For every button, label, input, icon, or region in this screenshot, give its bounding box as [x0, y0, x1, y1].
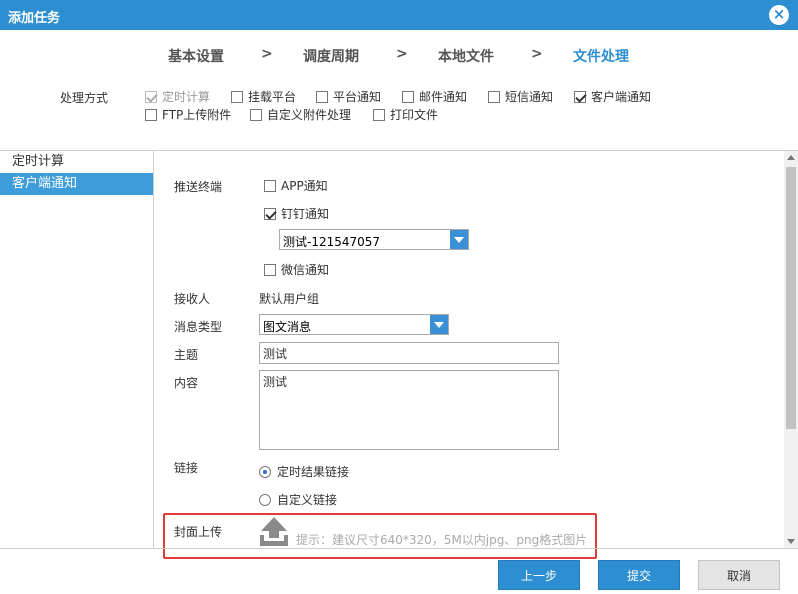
link-option-timed-result[interactable]: 定时结果链接 [259, 463, 349, 480]
message-type-select[interactable]: 图文消息 [259, 314, 449, 335]
checkbox-label: 定时计算 [162, 90, 211, 104]
checkbox[interactable] [574, 90, 586, 103]
dingtalk-notify-checkbox[interactable]: 钉钉通知 [264, 205, 329, 222]
step-schedule[interactable]: 调度周期 [303, 46, 359, 66]
checkbox[interactable] [488, 90, 500, 103]
submit-button[interactable]: 提交 [598, 560, 680, 590]
checkbox[interactable] [145, 108, 157, 121]
sidebar-item-client-notify[interactable]: 客户端通知 [0, 173, 153, 195]
checkbox[interactable] [402, 90, 414, 103]
checkbox-label: 钉钉通知 [281, 207, 330, 221]
subject-input[interactable]: 测试 [259, 342, 559, 364]
checkbox-label: 短信通知 [505, 90, 554, 104]
radio-button[interactable] [259, 465, 271, 478]
checkbox[interactable] [231, 90, 243, 103]
checkbox-label: 挂载平台 [248, 90, 297, 104]
checkbox[interactable] [264, 179, 276, 192]
content-textarea[interactable]: 测试 [259, 370, 559, 450]
app-notify-checkbox[interactable]: APP通知 [264, 177, 328, 194]
dingtalk-group-select[interactable]: 测试-121547057 [279, 229, 469, 250]
method-option-timed-calc[interactable]: 定时计算 [145, 88, 210, 105]
step-local-file[interactable]: 本地文件 [438, 46, 494, 66]
scroll-up-icon[interactable] [787, 155, 795, 160]
checkbox[interactable] [145, 90, 157, 103]
radio-label: 定时结果链接 [277, 465, 350, 479]
radio-button[interactable] [259, 493, 271, 506]
method-option-sms-notify[interactable]: 短信通知 [488, 88, 553, 105]
checkbox[interactable] [373, 108, 385, 121]
checkbox[interactable] [250, 108, 262, 121]
link-option-custom[interactable]: 自定义链接 [259, 491, 337, 508]
checkbox-label: 平台通知 [333, 90, 382, 104]
checkbox-label: 邮件通知 [419, 90, 468, 104]
scroll-down-icon[interactable] [787, 539, 795, 544]
checkbox-label: 自定义附件处理 [267, 108, 352, 122]
select-value: 测试-121547057 [283, 235, 381, 249]
window-title: 添加任务 [8, 11, 61, 26]
chevron-down-icon[interactable] [430, 315, 448, 334]
link-label: 链接 [174, 461, 199, 475]
title-bar: 添加任务 × [0, 0, 798, 30]
cancel-button[interactable]: 取消 [698, 560, 780, 590]
step-separator: > [531, 46, 543, 62]
checkbox-label: APP通知 [281, 179, 328, 193]
checkbox[interactable] [264, 263, 276, 276]
radio-label: 自定义链接 [277, 493, 338, 507]
method-option-platform-notify[interactable]: 平台通知 [316, 88, 381, 105]
method-option-print-file[interactable]: 打印文件 [373, 106, 438, 123]
step-separator: > [396, 46, 408, 62]
wechat-notify-checkbox[interactable]: 微信通知 [264, 261, 329, 278]
upload-icon[interactable] [260, 516, 288, 546]
method-option-mount-platform[interactable]: 挂载平台 [231, 88, 296, 105]
content-label: 内容 [174, 376, 199, 390]
receiver-value: 默认用户组 [259, 292, 320, 306]
push-terminal-label: 推送终端 [174, 180, 223, 194]
checkbox-label: 微信通知 [281, 263, 330, 277]
method-label: 处理方式 [60, 91, 109, 105]
wizard-steps: 基本设置 > 调度周期 > 本地文件 > 文件处理 [0, 46, 798, 66]
divider [0, 548, 798, 549]
checkbox-label: 打印文件 [390, 108, 439, 122]
close-icon[interactable]: × [769, 5, 789, 25]
subject-label: 主题 [174, 348, 199, 362]
method-option-email-notify[interactable]: 邮件通知 [402, 88, 467, 105]
content-panel: 推送终端 APP通知 钉钉通知 测试-121547057 微信通知 接收人 默认… [154, 151, 784, 548]
checkbox-label: FTP上传附件 [162, 108, 232, 122]
step-separator: > [261, 46, 273, 62]
checkbox[interactable] [316, 90, 328, 103]
sidebar: 定时计算 客户端通知 [0, 151, 154, 548]
step-basic-settings[interactable]: 基本设置 [168, 46, 224, 66]
checkbox-label: 客户端通知 [591, 90, 652, 104]
cover-upload-label: 封面上传 [174, 525, 223, 539]
prev-button[interactable]: 上一步 [498, 560, 580, 590]
sidebar-item-timed-calc[interactable]: 定时计算 [0, 151, 153, 173]
receiver-label: 接收人 [174, 292, 211, 306]
method-option-client-notify[interactable]: 客户端通知 [574, 88, 651, 105]
scroll-thumb[interactable] [786, 167, 796, 429]
step-file-processing[interactable]: 文件处理 [573, 46, 629, 66]
checkbox[interactable] [264, 207, 276, 220]
message-type-label: 消息类型 [174, 320, 223, 334]
method-option-custom-attachment[interactable]: 自定义附件处理 [250, 106, 351, 123]
cover-upload-hint: 提示：建议尺寸640*320，5M以内jpg、png格式图片 [296, 533, 588, 547]
select-value: 图文消息 [263, 320, 312, 334]
method-option-ftp-upload[interactable]: FTP上传附件 [145, 106, 231, 123]
chevron-down-icon[interactable] [450, 230, 468, 249]
scrollbar[interactable] [784, 151, 798, 548]
